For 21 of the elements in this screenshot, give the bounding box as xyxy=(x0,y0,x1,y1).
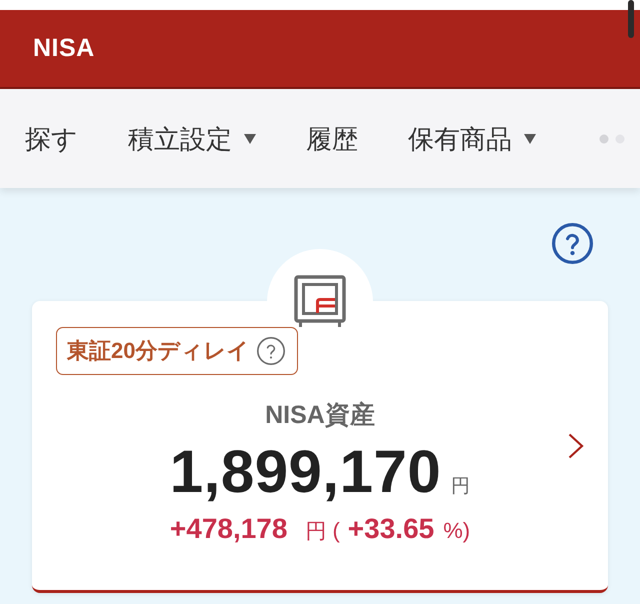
help-icon[interactable] xyxy=(552,223,593,264)
nav-tab[interactable]: 探す xyxy=(25,122,78,156)
scrollbar-thumb[interactable] xyxy=(628,0,634,38)
badge-label: 東証20分ディレイ xyxy=(67,337,250,365)
change-amount: +478,178 xyxy=(170,512,288,546)
help-icon[interactable] xyxy=(257,337,286,365)
nav-tab[interactable]: 履歴 xyxy=(306,122,358,156)
currency-unit: 円 xyxy=(305,519,326,545)
chevron-right-icon[interactable] xyxy=(568,433,584,459)
currency-unit: 円 xyxy=(451,475,470,499)
nav-tab[interactable]: 保有商品 xyxy=(408,122,536,156)
percent-close: %) xyxy=(443,517,470,545)
dots-icon xyxy=(599,134,626,144)
header-title: NISA xyxy=(33,34,95,63)
change-percent: +33.65 xyxy=(348,512,434,546)
caret-icon xyxy=(244,134,256,144)
open-paren: ( xyxy=(332,517,340,545)
asset-amount: 1,899,170 xyxy=(170,439,442,505)
nav-tab[interactable]: 積立設定 xyxy=(128,122,256,156)
caret-icon xyxy=(524,134,536,144)
asset-title: NISA資産 xyxy=(265,400,375,431)
